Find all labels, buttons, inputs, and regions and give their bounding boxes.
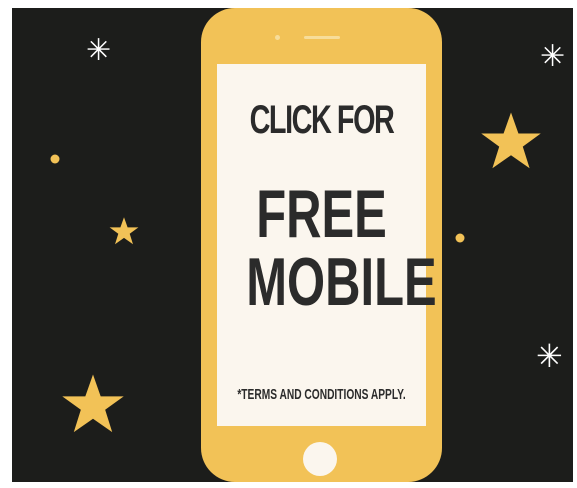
sparkle-icon: ✳ [536,337,563,375]
headline-click-for: CLICK FOR [249,98,395,142]
sparkle-icon: ✳ [86,33,112,68]
star-icon [109,217,139,245]
dot-icon [455,233,465,243]
star-icon [481,112,541,169]
headline-free: FREE [256,176,387,252]
phone-screen: CLICK FOR FREE MOBILE *TERMS AND CONDITI… [217,64,437,426]
star-icon [62,374,124,433]
phone-speaker [304,36,340,39]
terms-disclaimer: *TERMS AND CONDITIONS APPLY. [237,386,406,403]
phone-home-button [303,442,337,476]
camera-dot [275,35,280,40]
sparkle-icon: ✳ [540,39,566,74]
phone-illustration: CLICK FOR FREE MOBILE *TERMS AND CONDITI… [201,8,442,482]
headline-mobile: MOBILE [246,244,437,320]
dot-icon [50,154,60,164]
image-frame: ✳ ✳ ✳ CLICK FOR FREE MOBILE *TERMS AND C… [0,0,577,488]
ad-banner[interactable]: ✳ ✳ ✳ CLICK FOR FREE MOBILE *TERMS AND C… [12,8,573,482]
